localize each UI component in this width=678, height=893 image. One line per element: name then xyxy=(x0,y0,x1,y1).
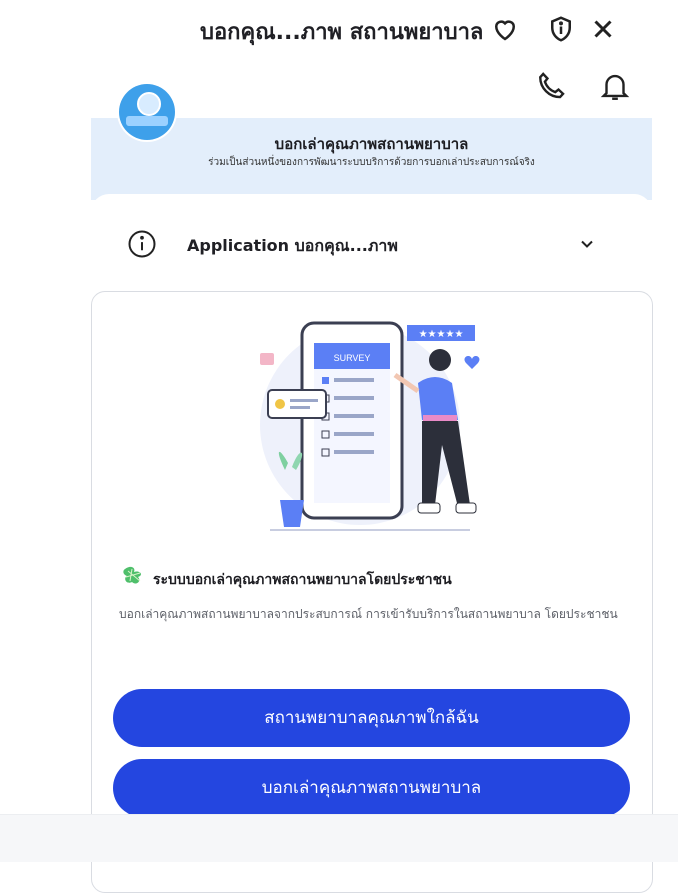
nearby-hospital-button[interactable]: สถานพยาบาลคุณภาพใกล้ฉัน xyxy=(113,689,630,747)
info-icon xyxy=(127,229,157,259)
phone-icon[interactable] xyxy=(534,69,568,103)
shield-info-icon[interactable] xyxy=(546,14,576,44)
report-quality-button[interactable]: บอกเล่าคุณภาพสถานพยาบาล xyxy=(113,759,630,817)
bottom-bar xyxy=(0,814,678,862)
system-title: ระบบบอกเล่าคุณภาพสถานพยาบาลโดยประชาชน xyxy=(153,572,452,588)
svg-text:★★★★★: ★★★★★ xyxy=(419,329,464,340)
header-banner: บอกเล่าคุณภาพสถานพยาบาล ร่วมเป็นส่วนหนึ่… xyxy=(91,118,652,200)
organization-logo xyxy=(119,84,175,140)
system-logo-icon xyxy=(123,566,141,584)
app-selector-dropdown[interactable]: Application บอกคุณ...ภาพ xyxy=(127,227,607,261)
close-icon[interactable] xyxy=(588,14,618,44)
heart-icon[interactable] xyxy=(490,14,520,44)
survey-illustration: SURVEY ★★★★★ xyxy=(260,321,480,531)
banner-title: บอกเล่าคุณภาพสถานพยาบาล xyxy=(274,135,469,153)
page-title: บอกคุณ...ภาพ สถานพยาบาล xyxy=(200,20,484,45)
survey-label: SURVEY xyxy=(334,353,371,363)
system-description: บอกเล่าคุณภาพสถานพยาบาลจากประสบการณ์ การ… xyxy=(119,607,618,621)
title-bar: บอกคุณ...ภาพ สถานพยาบาล xyxy=(0,0,678,64)
banner-subtitle: ร่วมเป็นส่วนหนึ่งของการพัฒนาระบบบริการด้… xyxy=(208,157,535,168)
app-selector-label: Application บอกคุณ...ภาพ xyxy=(187,236,398,255)
chevron-down-icon xyxy=(577,234,597,254)
bell-icon[interactable] xyxy=(598,69,632,103)
